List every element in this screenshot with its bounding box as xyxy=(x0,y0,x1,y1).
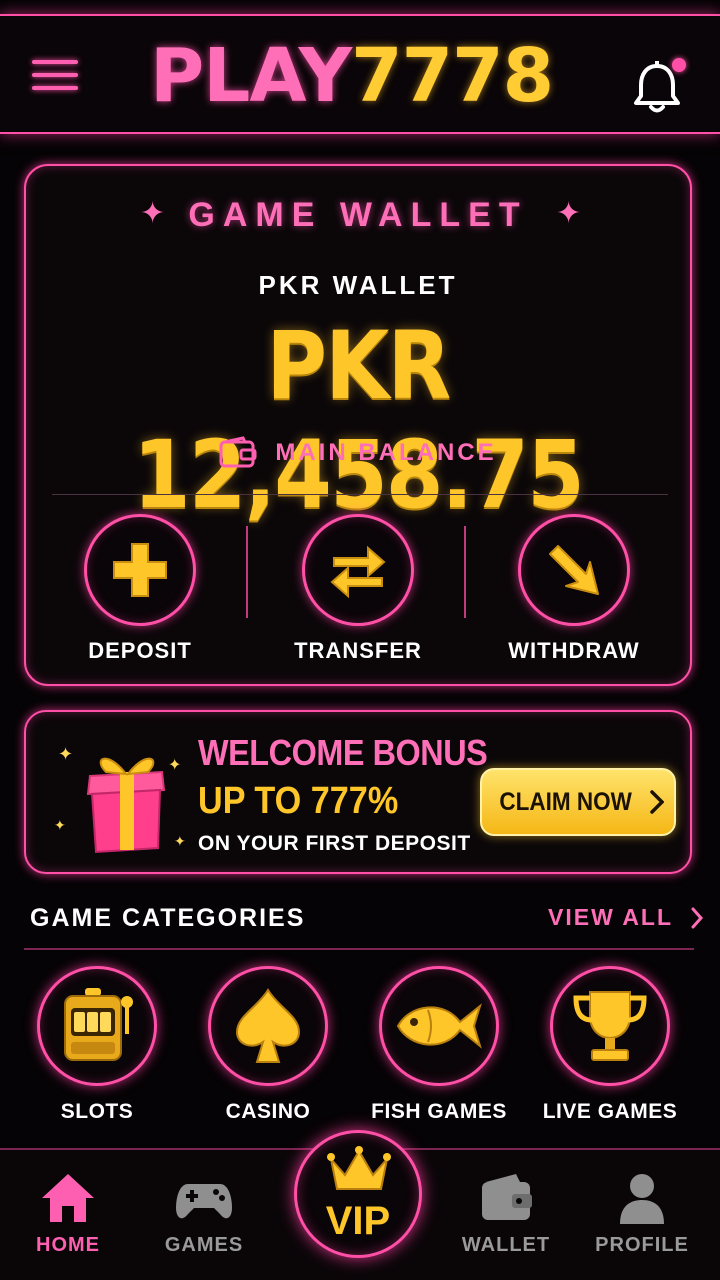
claim-now-button[interactable]: CLAIM NOW xyxy=(480,768,676,836)
view-all-label: VIEW ALL xyxy=(548,904,674,930)
deposit-label: DEPOSIT xyxy=(88,638,192,663)
withdraw-button[interactable]: WITHDRAW xyxy=(474,514,674,674)
nav-label: HOME xyxy=(36,1234,100,1256)
bonus-description: ON YOUR FIRST DEPOSIT xyxy=(198,832,471,855)
deposit-icon-ring xyxy=(84,514,196,626)
category-live-games[interactable]: LIVE GAMES xyxy=(525,966,695,1130)
nav-label: PROFILE xyxy=(595,1234,689,1256)
nav-label: WALLET xyxy=(461,1234,551,1256)
arrow-down-right-icon xyxy=(549,545,599,595)
fish-icon xyxy=(396,1003,482,1049)
bonus-title: WELCOME BONUS xyxy=(198,732,488,773)
transfer-button[interactable]: TRANSFER xyxy=(258,514,458,674)
category-label: SLOTS xyxy=(60,1100,134,1123)
divider xyxy=(52,494,668,495)
spade-icon xyxy=(235,988,301,1063)
svg-text:✦: ✦ xyxy=(58,744,73,764)
plus-icon xyxy=(113,543,167,597)
wallet-icon xyxy=(219,436,257,468)
user-icon xyxy=(620,1174,664,1224)
nav-label: GAMES xyxy=(164,1234,244,1256)
svg-text:✦: ✦ xyxy=(54,817,66,833)
game-wallet-card: ✦ GAME WALLET ✦ PKR WALLET PKR 12,458.75… xyxy=(24,164,692,686)
trophy-icon xyxy=(573,991,647,1061)
hamburger-menu-icon[interactable] xyxy=(32,58,78,92)
view-all-link[interactable]: VIEW ALL xyxy=(548,904,704,931)
main-balance-row: MAIN BALANCE xyxy=(26,436,690,470)
nav-vip[interactable]: VIP xyxy=(294,1130,422,1258)
category-slots[interactable]: SLOTS xyxy=(12,966,182,1130)
transfer-label: TRANSFER xyxy=(294,638,422,663)
svg-text:✦: ✦ xyxy=(174,833,186,849)
home-icon xyxy=(42,1174,94,1222)
category-label: CASINO xyxy=(225,1100,311,1123)
transfer-arrows-icon xyxy=(330,545,386,599)
slot-machine-icon xyxy=(64,988,133,1061)
nav-home[interactable]: HOME xyxy=(8,1168,128,1268)
nav-games[interactable]: GAMES xyxy=(144,1168,264,1268)
main-balance-label: MAIN BALANCE xyxy=(275,439,497,466)
wallet-icon xyxy=(482,1174,532,1220)
crown-icon xyxy=(327,1146,391,1190)
notification-badge xyxy=(672,58,686,72)
logo-text-number: 7778 xyxy=(351,33,554,119)
vip-label: VIP xyxy=(325,1199,391,1243)
category-fish-games[interactable]: FISH GAMES xyxy=(354,966,524,1130)
gamepad-icon xyxy=(176,1184,232,1219)
chevron-right-icon xyxy=(691,907,704,928)
deposit-button[interactable]: DEPOSIT xyxy=(40,514,240,674)
divider xyxy=(24,948,694,950)
chevron-right-icon xyxy=(649,790,664,814)
logo-text-play: PLAY xyxy=(150,33,352,119)
bottom-navigation: HOME GAMES VIP WALLET PROFILE xyxy=(0,1130,720,1280)
category-icon-ring xyxy=(208,966,328,1086)
nav-wallet[interactable]: WALLET xyxy=(446,1168,566,1268)
nav-profile[interactable]: PROFILE xyxy=(582,1168,702,1268)
category-label: LIVE GAMES xyxy=(542,1100,678,1123)
welcome-bonus-banner[interactable]: ✦ ✦ ✦ ✦ WELCOME BONUS UP TO 777% ON YOUR… xyxy=(24,710,692,874)
app-logo: PLAY7778 xyxy=(150,32,580,120)
wallet-title: GAME WALLET xyxy=(188,196,528,234)
divider xyxy=(464,526,466,618)
svg-text:✦: ✦ xyxy=(168,757,181,774)
wallet-balance-amount: PKR 12,458.75 xyxy=(133,312,585,530)
withdraw-icon-ring xyxy=(518,514,630,626)
bell-icon[interactable] xyxy=(630,58,686,116)
divider xyxy=(246,526,248,618)
category-icon-ring xyxy=(550,966,670,1086)
section-title: GAME CATEGORIES xyxy=(30,904,306,932)
category-icon-ring xyxy=(379,966,499,1086)
bonus-percentage: UP TO 777% xyxy=(198,780,399,822)
category-label: FISH GAMES xyxy=(371,1100,507,1123)
category-casino[interactable]: CASINO xyxy=(183,966,353,1130)
category-icon-ring xyxy=(37,966,157,1086)
gift-box-icon: ✦ ✦ ✦ ✦ xyxy=(54,744,186,854)
claim-now-label: CLAIM NOW xyxy=(499,787,633,816)
withdraw-label: WITHDRAW xyxy=(508,638,640,663)
app-header: PLAY7778 xyxy=(0,14,720,134)
sparkle-icon: ✦ xyxy=(556,197,582,230)
transfer-icon-ring xyxy=(302,514,414,626)
wallet-subtitle: PKR WALLET xyxy=(258,270,458,300)
